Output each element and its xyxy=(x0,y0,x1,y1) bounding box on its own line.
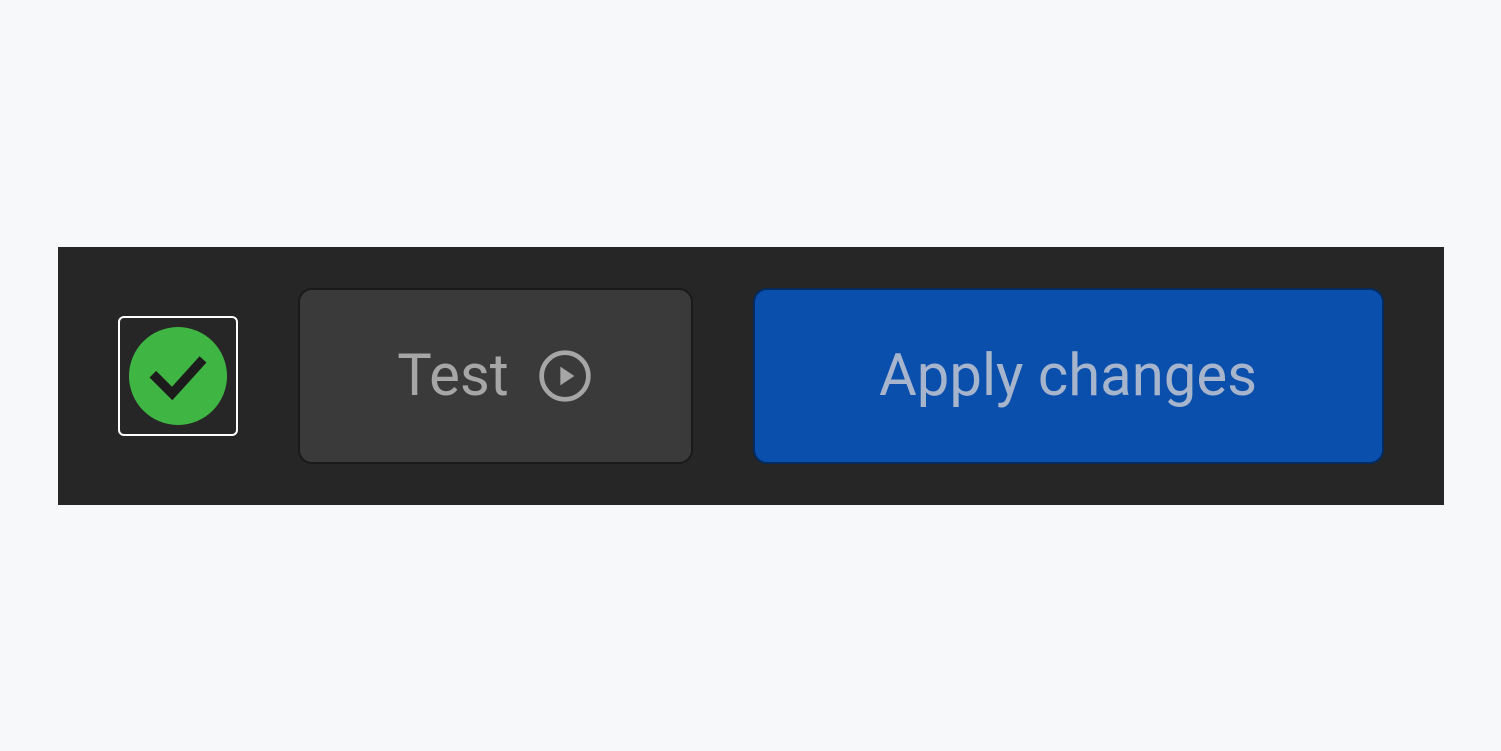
checkmark-icon xyxy=(143,341,213,411)
test-button-label: Test xyxy=(397,342,508,410)
status-indicator xyxy=(118,316,238,436)
test-button[interactable]: Test xyxy=(298,288,693,464)
success-circle xyxy=(129,327,227,425)
play-circle-icon xyxy=(537,348,593,404)
apply-changes-label: Apply changes xyxy=(879,342,1257,410)
apply-changes-button[interactable]: Apply changes xyxy=(753,288,1384,464)
toolbar: Test Apply changes xyxy=(58,247,1444,505)
